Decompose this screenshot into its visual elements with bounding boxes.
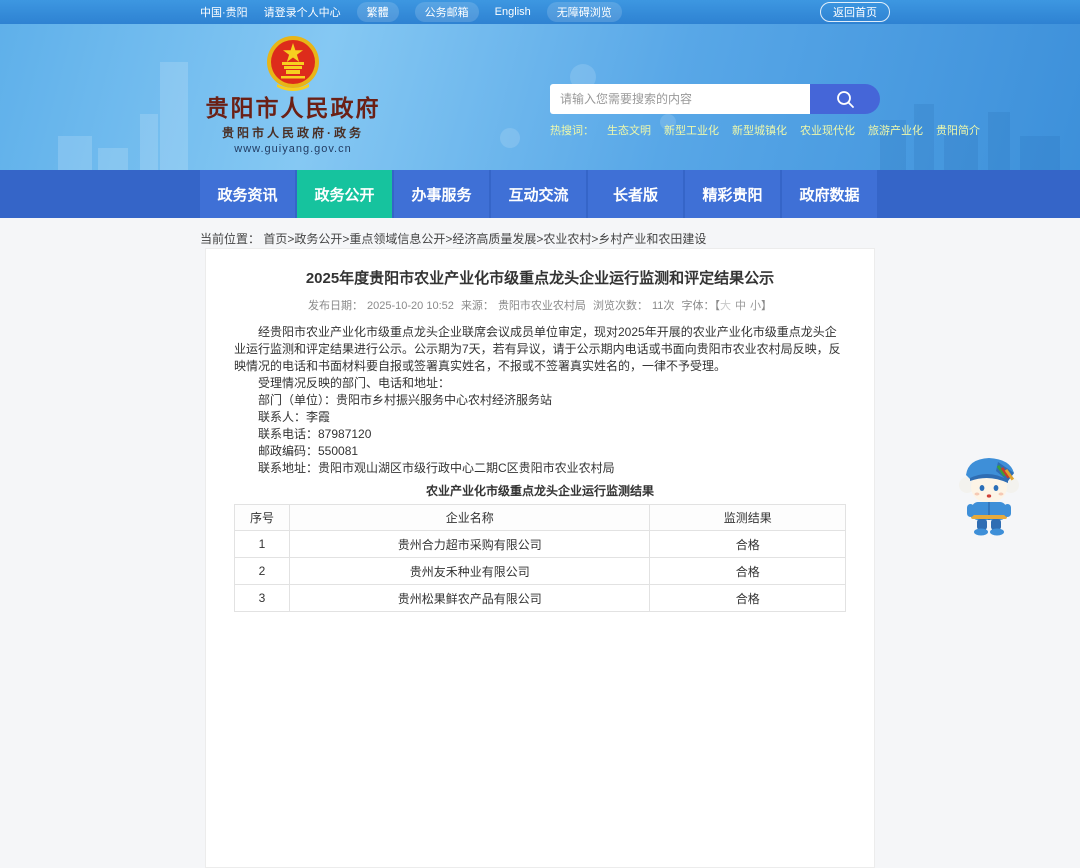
paragraph: 联系电话：87987120 — [258, 427, 372, 441]
table-row: 3 贵州松果鲜农产品有限公司 合格 — [234, 584, 846, 612]
building-silhouette — [140, 114, 158, 170]
column-header-company: 企业名称 — [288, 504, 651, 531]
hot-search-term[interactable]: 新型城镇化 — [732, 122, 787, 138]
hot-search-bar: 热搜词： 生态文明 新型工业化 新型城镇化 农业现代化 旅游产业化 贵阳简介 — [550, 122, 980, 138]
hot-search-term[interactable]: 新型工业化 — [664, 122, 719, 138]
tab-zhengfu-shuju[interactable]: 政府数据 — [782, 170, 877, 218]
cell-result: 合格 — [649, 557, 846, 585]
traditional-chinese-button[interactable]: 繁體 — [356, 2, 399, 22]
tab-zhengwu-zixun[interactable]: 政务资讯 — [200, 170, 295, 218]
login-link[interactable]: 请登录个人中心 — [264, 4, 341, 20]
building-silhouette — [98, 148, 128, 170]
search-button[interactable] — [810, 84, 880, 114]
hot-search-label: 热搜词： — [550, 125, 594, 137]
building-silhouette — [160, 62, 188, 170]
column-header-result: 监测结果 — [649, 504, 846, 531]
paragraph: 受理情况反映的部门、电话和地址： — [258, 376, 451, 390]
cell-index: 1 — [234, 530, 290, 558]
region-link[interactable]: 中国·贵阳 — [200, 4, 248, 20]
tab-banshi-fuwu[interactable]: 办事服务 — [394, 170, 489, 218]
tab-zhangzhe-ban[interactable]: 长者版 — [588, 170, 683, 218]
building-silhouette — [1020, 136, 1060, 170]
breadcrumb-path[interactable]: 首页>政务公开>重点领域信息公开>经济高质量发展>农业农村>乡村产业和农田建设 — [263, 232, 706, 246]
top-utility-bar: 中国·贵阳 请登录个人中心 繁體 公务邮箱 English 无障碍浏览 返回首页 — [0, 0, 1080, 24]
breadcrumb: 当前位置： 首页>政务公开>重点领域信息公开>经济高质量发展>农业农村>乡村产业… — [200, 230, 1080, 247]
hot-search-term[interactable]: 农业现代化 — [800, 122, 855, 138]
column-header-index: 序号 — [234, 504, 290, 531]
paragraph: 联系地址：贵阳市观山湖区市级行政中心二期C区贵阳市农业农村局 — [258, 461, 615, 475]
font-size-label-close: 】 — [760, 300, 772, 312]
table-row: 1 贵州合力超市采购有限公司 合格 — [234, 530, 846, 558]
paragraph: 联系人：李霞 — [258, 410, 331, 424]
font-size-large-button[interactable]: 大 — [720, 300, 731, 312]
paragraph: 邮政编码：550081 — [258, 444, 359, 458]
site-title: 贵阳市人民政府 — [205, 95, 381, 121]
cell-company: 贵州松果鲜农产品有限公司 — [288, 584, 651, 612]
site-logo[interactable]: 贵阳市人民政府 贵阳市人民政府·政务 www.guiyang.gov.cn — [203, 34, 383, 155]
views-label: 浏览次数： — [593, 300, 648, 312]
english-link[interactable]: English — [495, 6, 531, 18]
article-title: 2025年度贵阳市农业产业化市级重点龙头企业运行监测和评定结果公示 — [305, 270, 775, 287]
article-meta: 发布日期： 2025-10-20 10:52 来源： 贵阳市农业农村局 浏览次数： 1… — [234, 297, 846, 313]
tab-zhengwu-gongkai[interactable]: 政务公开 — [297, 170, 392, 218]
return-home-button[interactable]: 返回首页 — [820, 2, 890, 22]
building-silhouette — [988, 112, 1010, 170]
paragraph: 部门（单位）：贵阳市乡村振兴服务中心农村经济服务站 — [258, 393, 553, 407]
monitoring-result-table: 序号 企业名称 监测结果 1 贵州合力超市采购有限公司 合格 2 贵州友禾种业有… — [234, 504, 846, 612]
main-navigation: 政务资讯 政务公开 办事服务 互动交流 长者版 精彩贵阳 政府数据 — [0, 170, 1080, 218]
article-card: 2025年度贵阳市农业产业化市级重点龙头企业运行监测和评定结果公示 发布日期： 2… — [205, 248, 875, 868]
official-mailbox-link[interactable]: 公务邮箱 — [414, 2, 479, 22]
site-banner: 贵阳市人民政府 贵阳市人民政府·政务 www.guiyang.gov.cn 热搜… — [0, 24, 1080, 170]
table-row: 2 贵州友禾种业有限公司 合格 — [234, 557, 846, 585]
cell-index: 2 — [234, 557, 290, 585]
bokeh-decoration — [500, 128, 520, 148]
font-size-label: 字体：【 — [681, 300, 720, 312]
search-icon — [837, 91, 854, 108]
hot-search-term[interactable]: 生态文明 — [607, 122, 651, 138]
cell-result: 合格 — [649, 530, 846, 558]
table-header-row: 序号 企业名称 监测结果 — [234, 504, 846, 531]
font-size-medium-button[interactable]: 中 — [735, 300, 746, 312]
article-body: 经贵阳市农业产业化市级重点龙头企业联席会议成员单位审定，现对2025年开展的农业… — [234, 324, 846, 477]
source-label: 来源： — [460, 300, 494, 312]
main-content-area: 当前位置： 首页>政务公开>重点领域信息公开>经济高质量发展>农业农村>乡村产业… — [0, 218, 1080, 868]
breadcrumb-label: 当前位置： — [200, 232, 261, 246]
search-input[interactable] — [550, 84, 810, 114]
views-value: 11次 — [652, 300, 675, 312]
source-value: 贵阳市农业农村局 — [497, 300, 586, 312]
tab-jingcai-guiyang[interactable]: 精彩贵阳 — [685, 170, 780, 218]
table-caption: 农业产业化市级重点龙头企业运行监测结果 — [425, 484, 654, 498]
font-size-small-button[interactable]: 小 — [750, 300, 761, 312]
cell-result: 合格 — [649, 584, 846, 612]
site-subtitle: 贵阳市人民政府·政务 — [222, 126, 364, 140]
national-emblem-icon — [267, 36, 319, 91]
publish-date: 2025-10-20 10:52 — [367, 300, 454, 312]
paragraph: 经贵阳市农业产业化市级重点龙头企业联席会议成员单位审定，现对2025年开展的农业… — [234, 325, 841, 373]
cell-company: 贵州合力超市采购有限公司 — [288, 530, 651, 558]
hot-search-term[interactable]: 贵阳简介 — [936, 122, 980, 138]
building-silhouette — [58, 136, 92, 170]
assistant-mascot-icon[interactable] — [958, 449, 1020, 537]
cell-index: 3 — [234, 584, 290, 612]
site-url: www.guiyang.gov.cn — [234, 143, 352, 155]
publish-date-label: 发布日期： — [308, 300, 364, 312]
tab-hudong-jiaoliu[interactable]: 互动交流 — [491, 170, 586, 218]
cell-company: 贵州友禾种业有限公司 — [288, 557, 651, 585]
accessibility-link[interactable]: 无障碍浏览 — [546, 2, 622, 22]
hot-search-term[interactable]: 旅游产业化 — [868, 122, 923, 138]
